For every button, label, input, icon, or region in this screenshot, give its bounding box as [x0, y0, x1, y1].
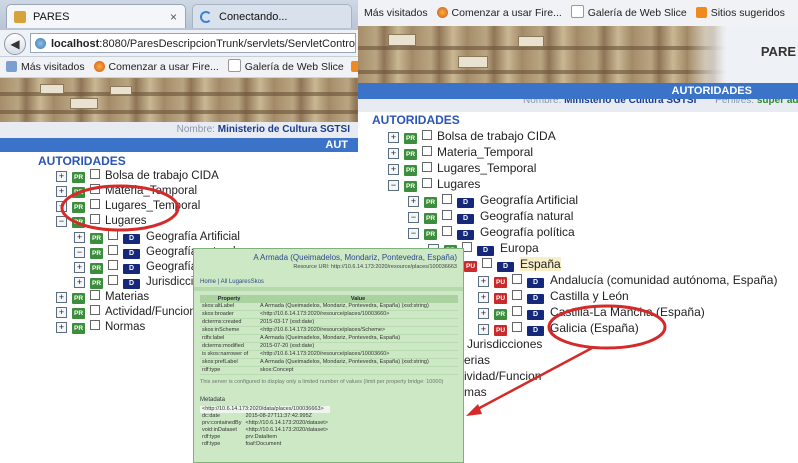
arrow-head-icon — [466, 404, 482, 416]
annotation-arrow — [471, 346, 593, 414]
annotation-layer — [60, 184, 667, 416]
highlight-circle-lugares — [60, 184, 180, 232]
highlight-circle-galicia — [547, 304, 667, 350]
